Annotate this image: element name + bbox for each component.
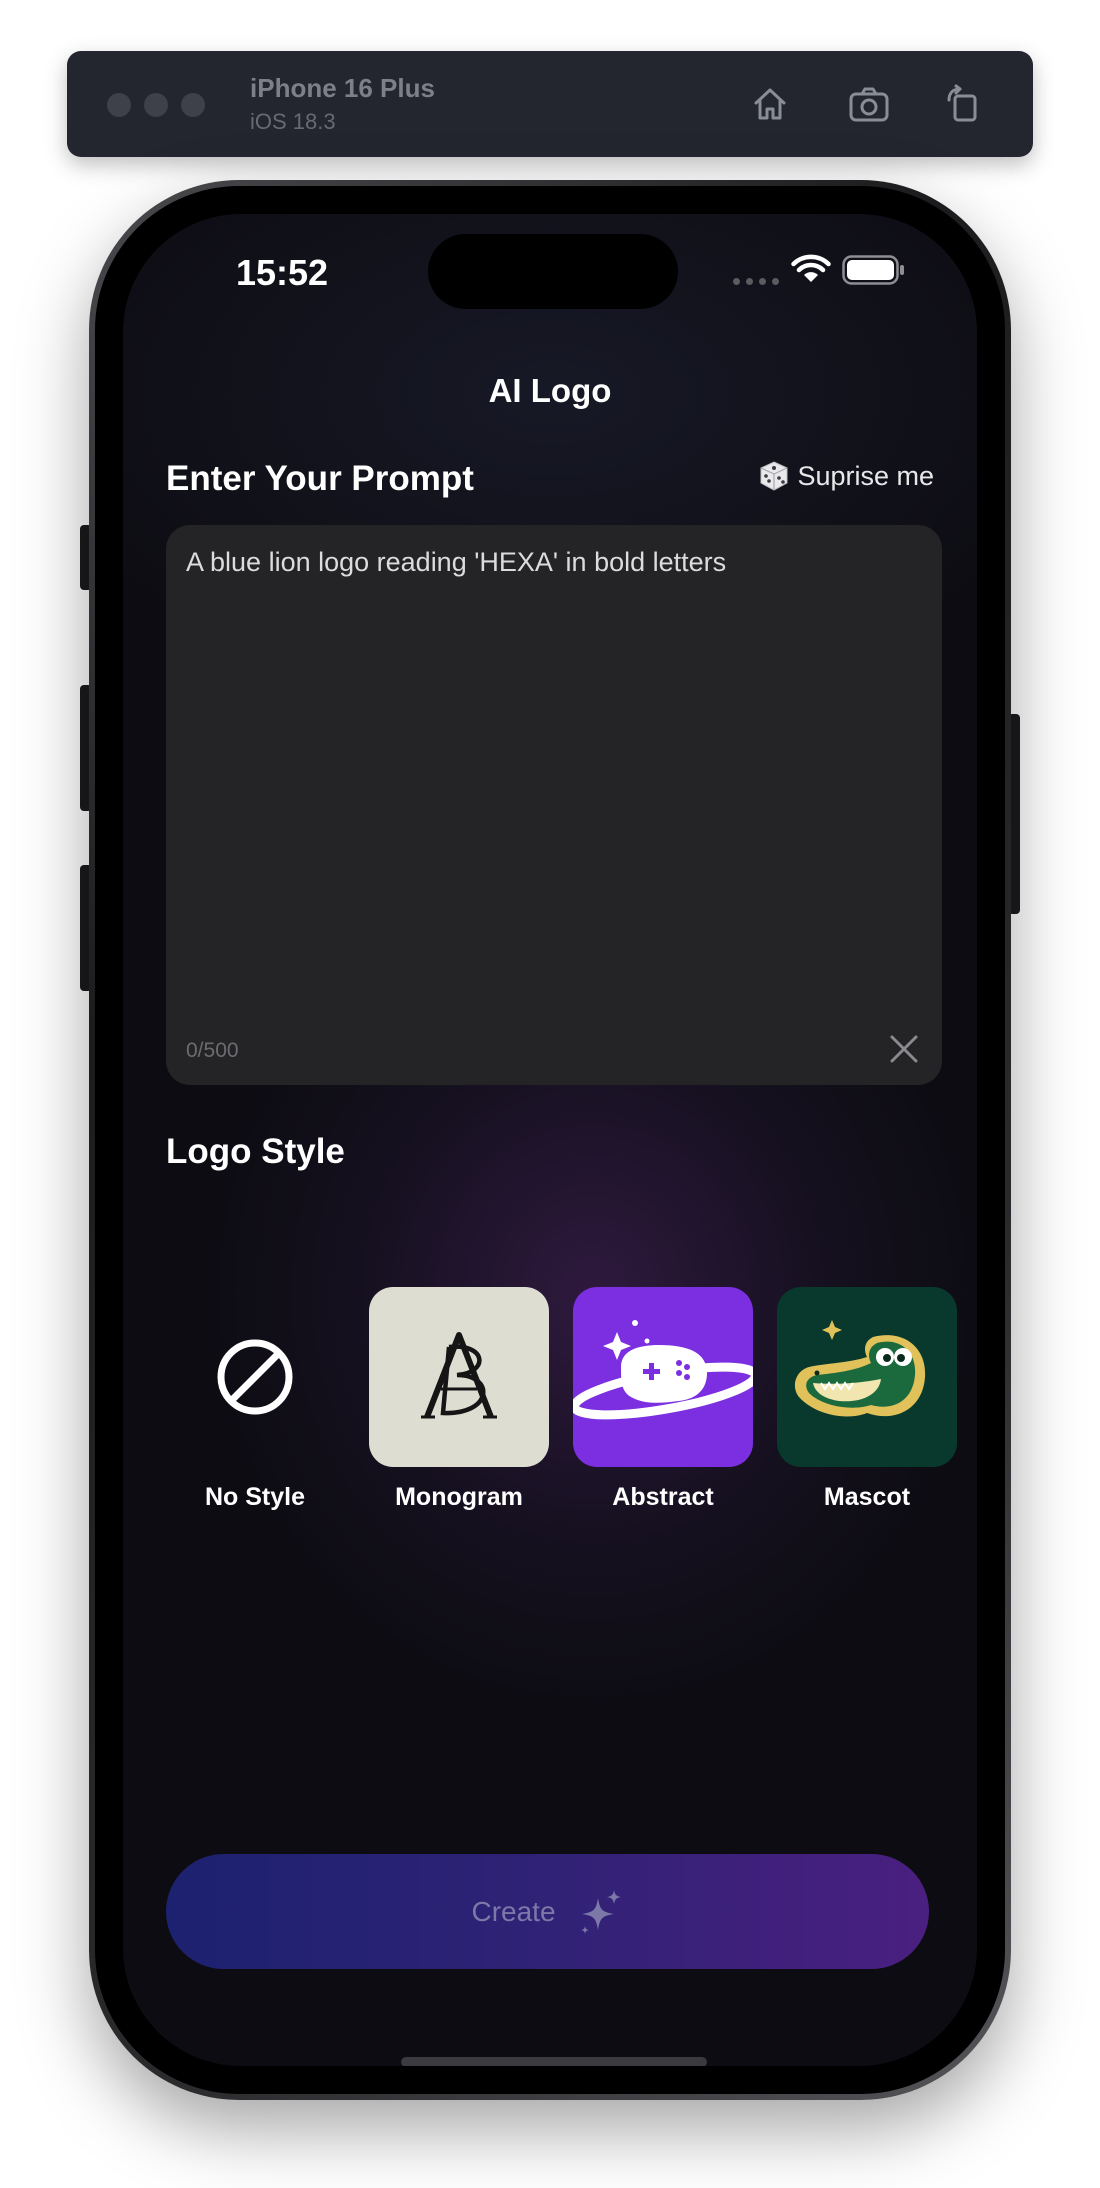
screenshot-button[interactable] — [846, 81, 892, 127]
monogram-icon — [421, 1332, 497, 1419]
character-count: 0/500 — [186, 1039, 239, 1062]
logo-style-section-title: Logo Style — [166, 1132, 345, 1171]
app-screen: 15:52 AI Logo Enter Your Prompt Suprise … — [123, 214, 977, 2066]
window-minimize-dot[interactable] — [144, 93, 168, 117]
create-button-label: Create — [471, 1895, 556, 1927]
no-style-thumbnail — [165, 1287, 345, 1467]
surprise-me-label: Suprise me — [797, 460, 934, 491]
clear-prompt-close-icon[interactable] — [884, 1029, 924, 1069]
page-title: AI Logo — [488, 372, 612, 409]
rotate-icon — [947, 84, 977, 122]
style-option-mascot[interactable]: Mascot — [777, 1287, 957, 1512]
window-close-dot[interactable] — [107, 93, 131, 117]
screenshot-icon — [849, 87, 889, 122]
create-button[interactable]: Create — [166, 1854, 929, 1969]
abstract-planet-thumbnail — [573, 1287, 753, 1467]
prompt-section-title: Enter Your Prompt — [166, 459, 474, 498]
dynamic-island — [428, 234, 678, 309]
style-label: No Style — [204, 1483, 306, 1511]
style-option-monogram[interactable]: Monogram — [369, 1287, 549, 1512]
device-bezel: 15:52 AI Logo Enter Your Prompt Suprise … — [95, 186, 1005, 2094]
simulator-toolbar: iPhone 16 Plus iOS 18.3 — [67, 51, 1033, 157]
dice-icon — [760, 461, 788, 491]
prompt-input-value[interactable]: A blue lion logo reading 'HEXA' in bold … — [186, 547, 922, 578]
prompt-input[interactable]: A blue lion logo reading 'HEXA' in bold … — [166, 525, 942, 1085]
crocodile-mascot-icon — [794, 1320, 926, 1417]
abstract-planet-icon — [573, 1320, 753, 1420]
style-option-abstract[interactable]: Abstract — [573, 1287, 753, 1512]
style-option-no-style[interactable]: No Style — [165, 1287, 345, 1512]
cellular-signal-icon — [733, 278, 779, 285]
home-icon — [754, 88, 786, 120]
crocodile-mascot-thumbnail — [777, 1287, 957, 1467]
style-label: Monogram — [395, 1483, 523, 1511]
style-label: Mascot — [823, 1483, 911, 1511]
home-button[interactable] — [747, 81, 793, 127]
battery-icon — [842, 255, 904, 285]
window-zoom-dot[interactable] — [181, 93, 205, 117]
monogram-thumbnail — [369, 1287, 549, 1467]
surprise-me-button[interactable]: Suprise me — [757, 459, 934, 493]
style-label: Abstract — [612, 1483, 714, 1511]
status-time: 15:52 — [236, 252, 329, 293]
simulator-device-name: iPhone 16 Plus — [250, 73, 435, 103]
home-indicator — [401, 2057, 707, 2066]
rotate-button[interactable] — [940, 81, 986, 127]
simulator-os-version: iOS 18.3 — [250, 109, 336, 134]
wifi-icon — [791, 254, 831, 282]
device-frame: 15:52 AI Logo Enter Your Prompt Suprise … — [89, 180, 1011, 2100]
no-style-icon — [217, 1339, 293, 1415]
sparkle-icon — [580, 1889, 621, 1934]
